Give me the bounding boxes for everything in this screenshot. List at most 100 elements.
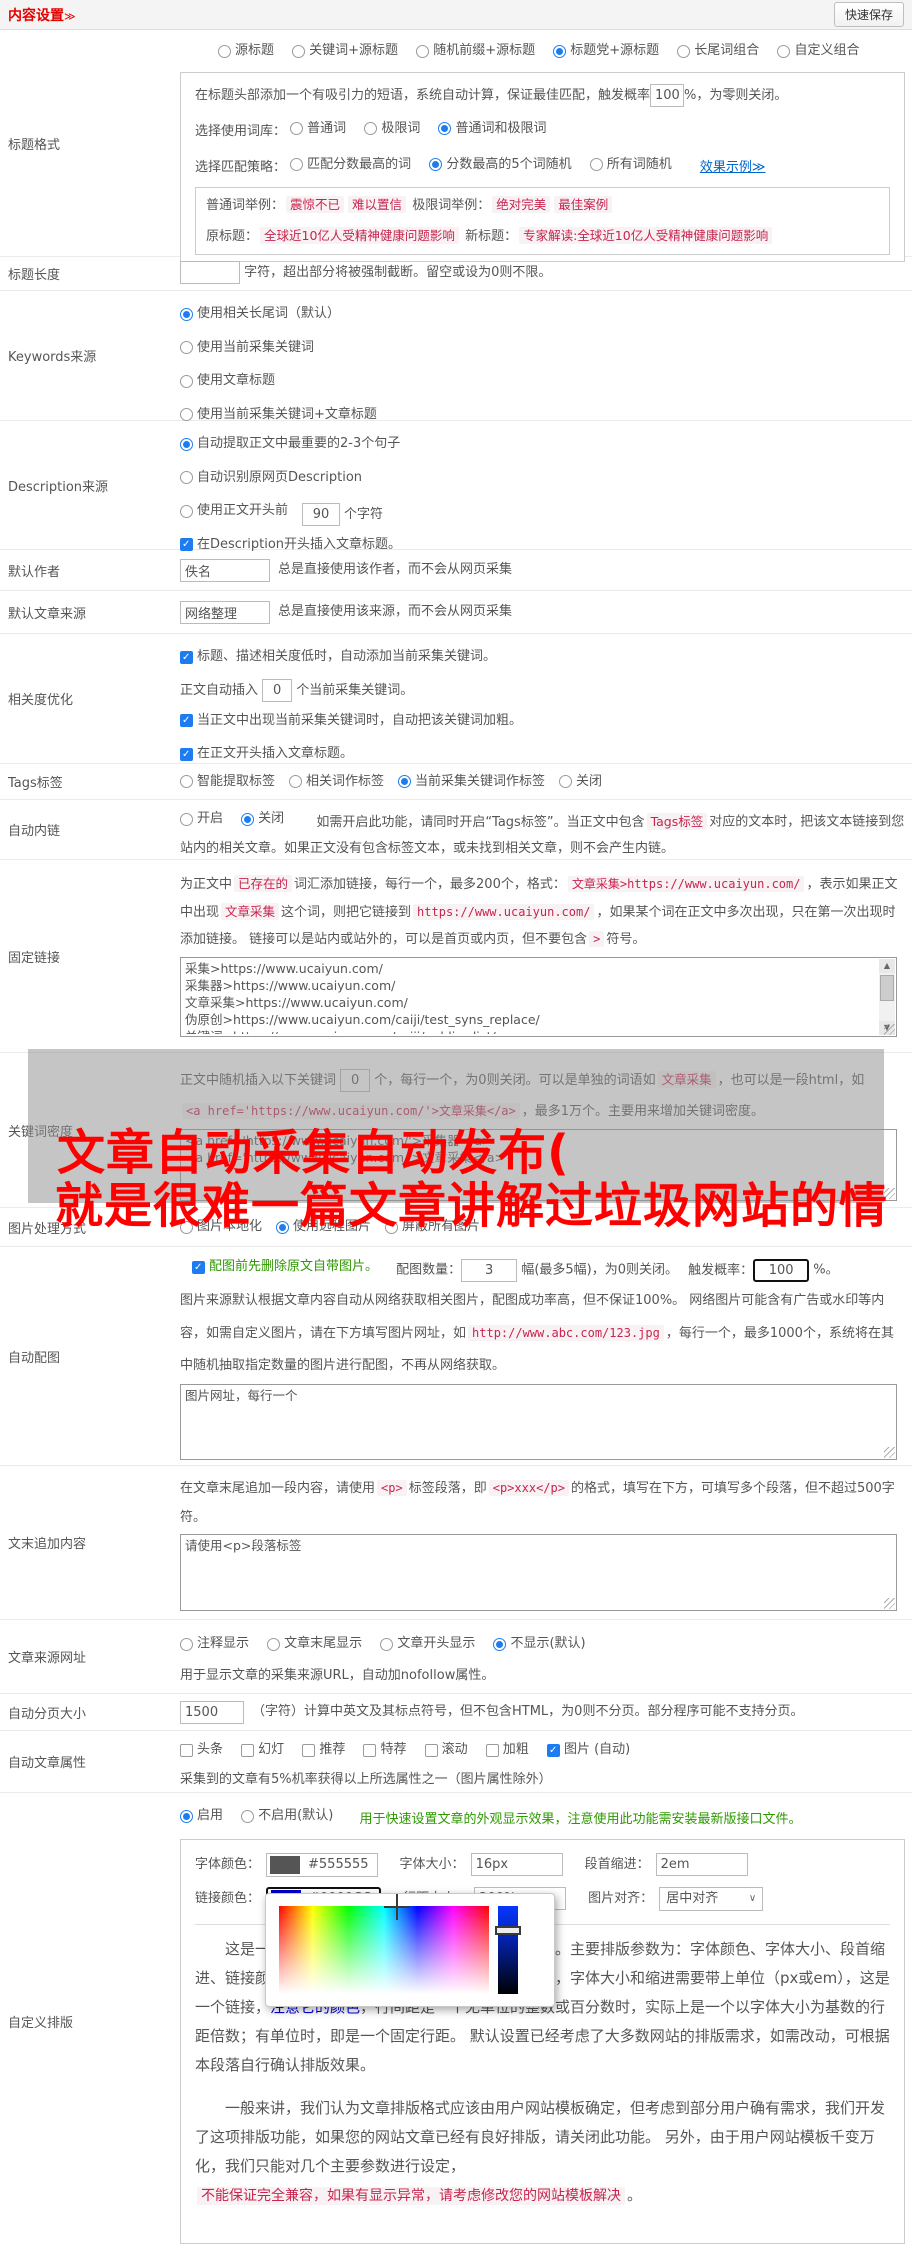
insert-keyword-count-input[interactable] — [262, 679, 292, 702]
radio-icon-selected[interactable] — [180, 308, 193, 321]
resize-grip-icon[interactable] — [884, 1447, 895, 1458]
radio-icon[interactable] — [292, 45, 305, 58]
checkbox-add-keywords-low-relevance[interactable]: 标题、描述相关度低时，自动添加当前采集关键词。 — [180, 642, 496, 672]
radio-clickbait-source-title[interactable]: 标题党+源标题 — [553, 38, 659, 64]
radio-icon[interactable] — [290, 122, 303, 135]
radio-source-footer[interactable]: 文章末尾显示 — [267, 1630, 362, 1658]
radio-tags-off[interactable]: 关闭 — [559, 767, 602, 797]
checkbox-icon-checked[interactable] — [180, 651, 193, 664]
radio-smart-tags[interactable]: 智能提取标签 — [180, 767, 275, 797]
description-chars-input[interactable] — [302, 503, 340, 526]
radio-source-comment[interactable]: 注释显示 — [180, 1630, 249, 1658]
radio-icon-selected[interactable] — [493, 1638, 506, 1651]
checkbox-bold-keywords[interactable]: 当正文中出现当前采集关键词时，自动把该关键词加粗。 — [180, 706, 522, 736]
checkbox-delete-original-images[interactable]: 配图前先删除原文自带图片。 — [192, 1253, 378, 1281]
checkbox-icon-checked[interactable] — [547, 1744, 560, 1757]
radio-icon[interactable] — [416, 45, 429, 58]
radio-icon[interactable] — [180, 375, 193, 388]
radio-icon-selected[interactable] — [553, 45, 566, 58]
radio-prefix-source-title[interactable]: 随机前缀+源标题 — [416, 38, 535, 64]
radio-custom-combo[interactable]: 自定义组合 — [777, 38, 859, 64]
default-source-input[interactable] — [180, 601, 270, 624]
radio-current-keywords[interactable]: 使用当前采集关键词 — [180, 333, 314, 363]
radio-icon[interactable] — [364, 122, 377, 135]
indent-input[interactable] — [656, 1853, 748, 1876]
color-value-bar[interactable] — [498, 1906, 518, 1994]
font-color-swatch[interactable] — [270, 1856, 300, 1874]
quick-save-button[interactable]: 快速保存 — [834, 2, 904, 27]
fixed-links-textarea[interactable]: 采集>https://www.ucaiyun.com/ 采集器>https://… — [180, 957, 897, 1037]
font-color-picker[interactable]: #555555 — [266, 1853, 378, 1877]
resize-grip-icon[interactable] — [884, 1024, 895, 1035]
radio-normal-words[interactable]: 普通词 — [290, 112, 346, 145]
radio-source-title[interactable]: 源标题 — [218, 38, 274, 64]
radio-longtail-combo[interactable]: 长尾词组合 — [677, 38, 759, 64]
radio-both-words[interactable]: 普通词和极限词 — [438, 112, 546, 145]
color-crosshair-icon[interactable] — [384, 1894, 410, 1920]
resize-grip-icon[interactable] — [884, 1598, 895, 1609]
default-author-input[interactable] — [180, 559, 270, 582]
checkbox-attr-slide[interactable]: 幻灯 — [241, 1737, 284, 1763]
checkbox-attr-recommend[interactable]: 推荐 — [302, 1737, 345, 1763]
radio-source-header[interactable]: 文章开头显示 — [380, 1630, 475, 1658]
radio-icon[interactable] — [559, 775, 572, 788]
radio-icon[interactable] — [777, 45, 790, 58]
radio-icon[interactable] — [180, 471, 193, 484]
checkbox-attr-headline[interactable]: 头条 — [180, 1737, 223, 1763]
radio-typeset-off[interactable]: 不启用(默认) — [241, 1803, 333, 1829]
radio-icon[interactable] — [290, 158, 303, 171]
radio-extract-sentences[interactable]: 自动提取正文中最重要的2-3个句子 — [180, 429, 400, 459]
radio-extreme-words[interactable]: 极限词 — [364, 112, 420, 145]
title-length-input[interactable] — [180, 261, 240, 284]
image-align-select[interactable]: 居中对齐∨ — [659, 1887, 763, 1911]
radio-icon[interactable] — [677, 45, 690, 58]
radio-icon-selected[interactable] — [429, 158, 442, 171]
checkbox-icon-checked[interactable] — [180, 714, 193, 727]
checkbox-attr-scroll[interactable]: 滚动 — [425, 1737, 468, 1763]
radio-article-title[interactable]: 使用文章标题 — [180, 366, 275, 396]
checkbox-icon-checked[interactable] — [192, 1261, 205, 1274]
radio-icon[interactable] — [289, 775, 302, 788]
image-count-input[interactable] — [461, 1259, 517, 1282]
checkbox-icon[interactable] — [425, 1744, 438, 1757]
scroll-up-icon[interactable]: ▲ — [879, 959, 895, 973]
radio-icon[interactable] — [590, 158, 603, 171]
fixed-links-text[interactable]: 采集>https://www.ucaiyun.com/ 采集器>https://… — [185, 960, 876, 1034]
radio-icon[interactable] — [180, 341, 193, 354]
radio-icon-selected[interactable] — [398, 775, 411, 788]
radio-source-hidden[interactable]: 不显示(默认) — [493, 1630, 585, 1658]
radio-icon[interactable] — [218, 45, 231, 58]
font-size-input[interactable] — [471, 1853, 563, 1876]
checkbox-icon[interactable] — [180, 1744, 193, 1757]
radio-icon-selected[interactable] — [438, 122, 451, 135]
effect-demo-link[interactable]: 效果示例≫ — [700, 160, 766, 175]
checkbox-attr-bold[interactable]: 加粗 — [486, 1737, 529, 1763]
radio-top5-random[interactable]: 分数最高的5个词随机 — [429, 148, 571, 181]
radio-typeset-on[interactable]: 启用 — [180, 1803, 223, 1829]
append-textarea[interactable]: 请使用<p>段落标签 — [180, 1534, 897, 1611]
radio-autolink-on[interactable]: 开启 — [180, 806, 223, 832]
radio-icon-selected[interactable] — [180, 1810, 193, 1823]
radio-all-random[interactable]: 所有词随机 — [590, 148, 672, 181]
checkbox-icon[interactable] — [363, 1744, 376, 1757]
radio-body-prefix[interactable]: 使用正文开头前 — [180, 496, 288, 526]
title-trigger-probability-input[interactable] — [650, 84, 684, 107]
radio-original-description[interactable]: 自动识别原网页Description — [180, 463, 362, 493]
radio-icon[interactable] — [180, 408, 193, 421]
checkbox-attr-image-auto[interactable]: 图片 (自动) — [547, 1737, 630, 1763]
radio-icon[interactable] — [180, 813, 193, 826]
radio-icon[interactable] — [180, 775, 193, 788]
radio-keyword-source-title[interactable]: 关键词+源标题 — [292, 38, 398, 64]
radio-icon-selected[interactable] — [180, 438, 193, 451]
radio-icon-selected[interactable] — [241, 813, 254, 826]
radio-icon[interactable] — [267, 1638, 280, 1651]
image-urls-textarea[interactable]: 图片网址，每行一个 — [180, 1384, 897, 1460]
checkbox-icon[interactable] — [302, 1744, 315, 1757]
radio-icon[interactable] — [180, 1638, 193, 1651]
chevron-down-icon[interactable]: ∨ — [749, 1886, 756, 1912]
radio-autolink-off[interactable]: 关闭 — [241, 806, 284, 832]
checkbox-icon-checked[interactable] — [180, 538, 193, 551]
checkbox-attr-featured[interactable]: 特荐 — [363, 1737, 406, 1763]
scroll-thumb[interactable] — [880, 975, 894, 1001]
image-urls-text[interactable]: 图片网址，每行一个 — [185, 1387, 892, 1457]
